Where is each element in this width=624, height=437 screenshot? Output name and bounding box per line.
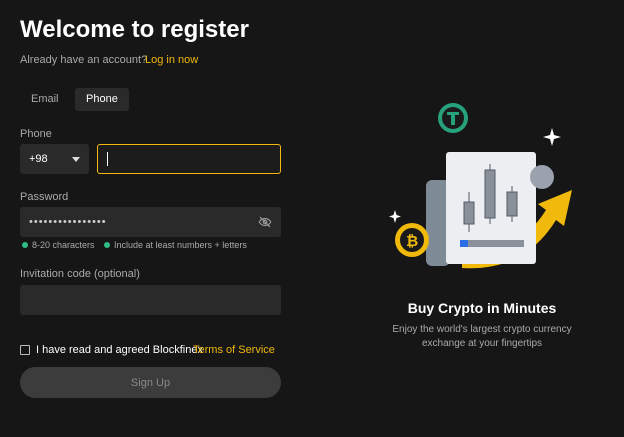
tab-email[interactable]: Email xyxy=(20,88,70,111)
eye-off-icon[interactable] xyxy=(258,215,272,229)
phone-input[interactable] xyxy=(97,144,281,174)
page-title: Welcome to register xyxy=(20,16,249,43)
invitation-label: Invitation code (optional) xyxy=(20,268,140,280)
phone-label: Phone xyxy=(20,128,52,140)
password-label: Password xyxy=(20,191,69,203)
promo-subtitle: Enjoy the world's largest crypto currenc… xyxy=(392,324,572,349)
password-input[interactable] xyxy=(20,207,281,237)
text-cursor xyxy=(107,152,108,166)
terms-link[interactable]: Terms of Service xyxy=(193,344,275,356)
progress-fill xyxy=(460,240,468,247)
country-code-value: +98 xyxy=(29,153,48,165)
sparkle-icon xyxy=(543,128,561,146)
rule-text: Include at least numbers + letters xyxy=(114,240,247,250)
sparkle-icon xyxy=(389,210,401,223)
svg-text:₿: ₿ xyxy=(406,233,418,250)
sign-up-button[interactable]: Sign Up xyxy=(20,367,281,398)
crypto-illustration: ₿ xyxy=(389,103,572,269)
password-rule-length: 8-20 characters xyxy=(22,240,95,250)
promo-title: Buy Crypto in Minutes xyxy=(407,300,557,316)
country-code-select[interactable]: +98 xyxy=(20,144,89,174)
agree-checkbox[interactable] xyxy=(20,345,30,355)
agreement-text: I have read and agreed Blockfinex xyxy=(36,344,203,356)
account-prompt: Already have an account? xyxy=(20,54,148,66)
chevron-down-icon xyxy=(72,157,80,162)
progress-track xyxy=(460,240,524,247)
login-link[interactable]: Log in now xyxy=(145,54,198,66)
tab-phone[interactable]: Phone xyxy=(75,88,129,111)
check-dot-icon xyxy=(22,241,28,248)
check-dot-icon xyxy=(104,241,110,248)
rule-text: 8-20 characters xyxy=(32,240,95,250)
coin-back xyxy=(530,165,554,189)
password-rule-composition: Include at least numbers + letters xyxy=(104,240,247,250)
invitation-code-input[interactable] xyxy=(20,285,281,315)
